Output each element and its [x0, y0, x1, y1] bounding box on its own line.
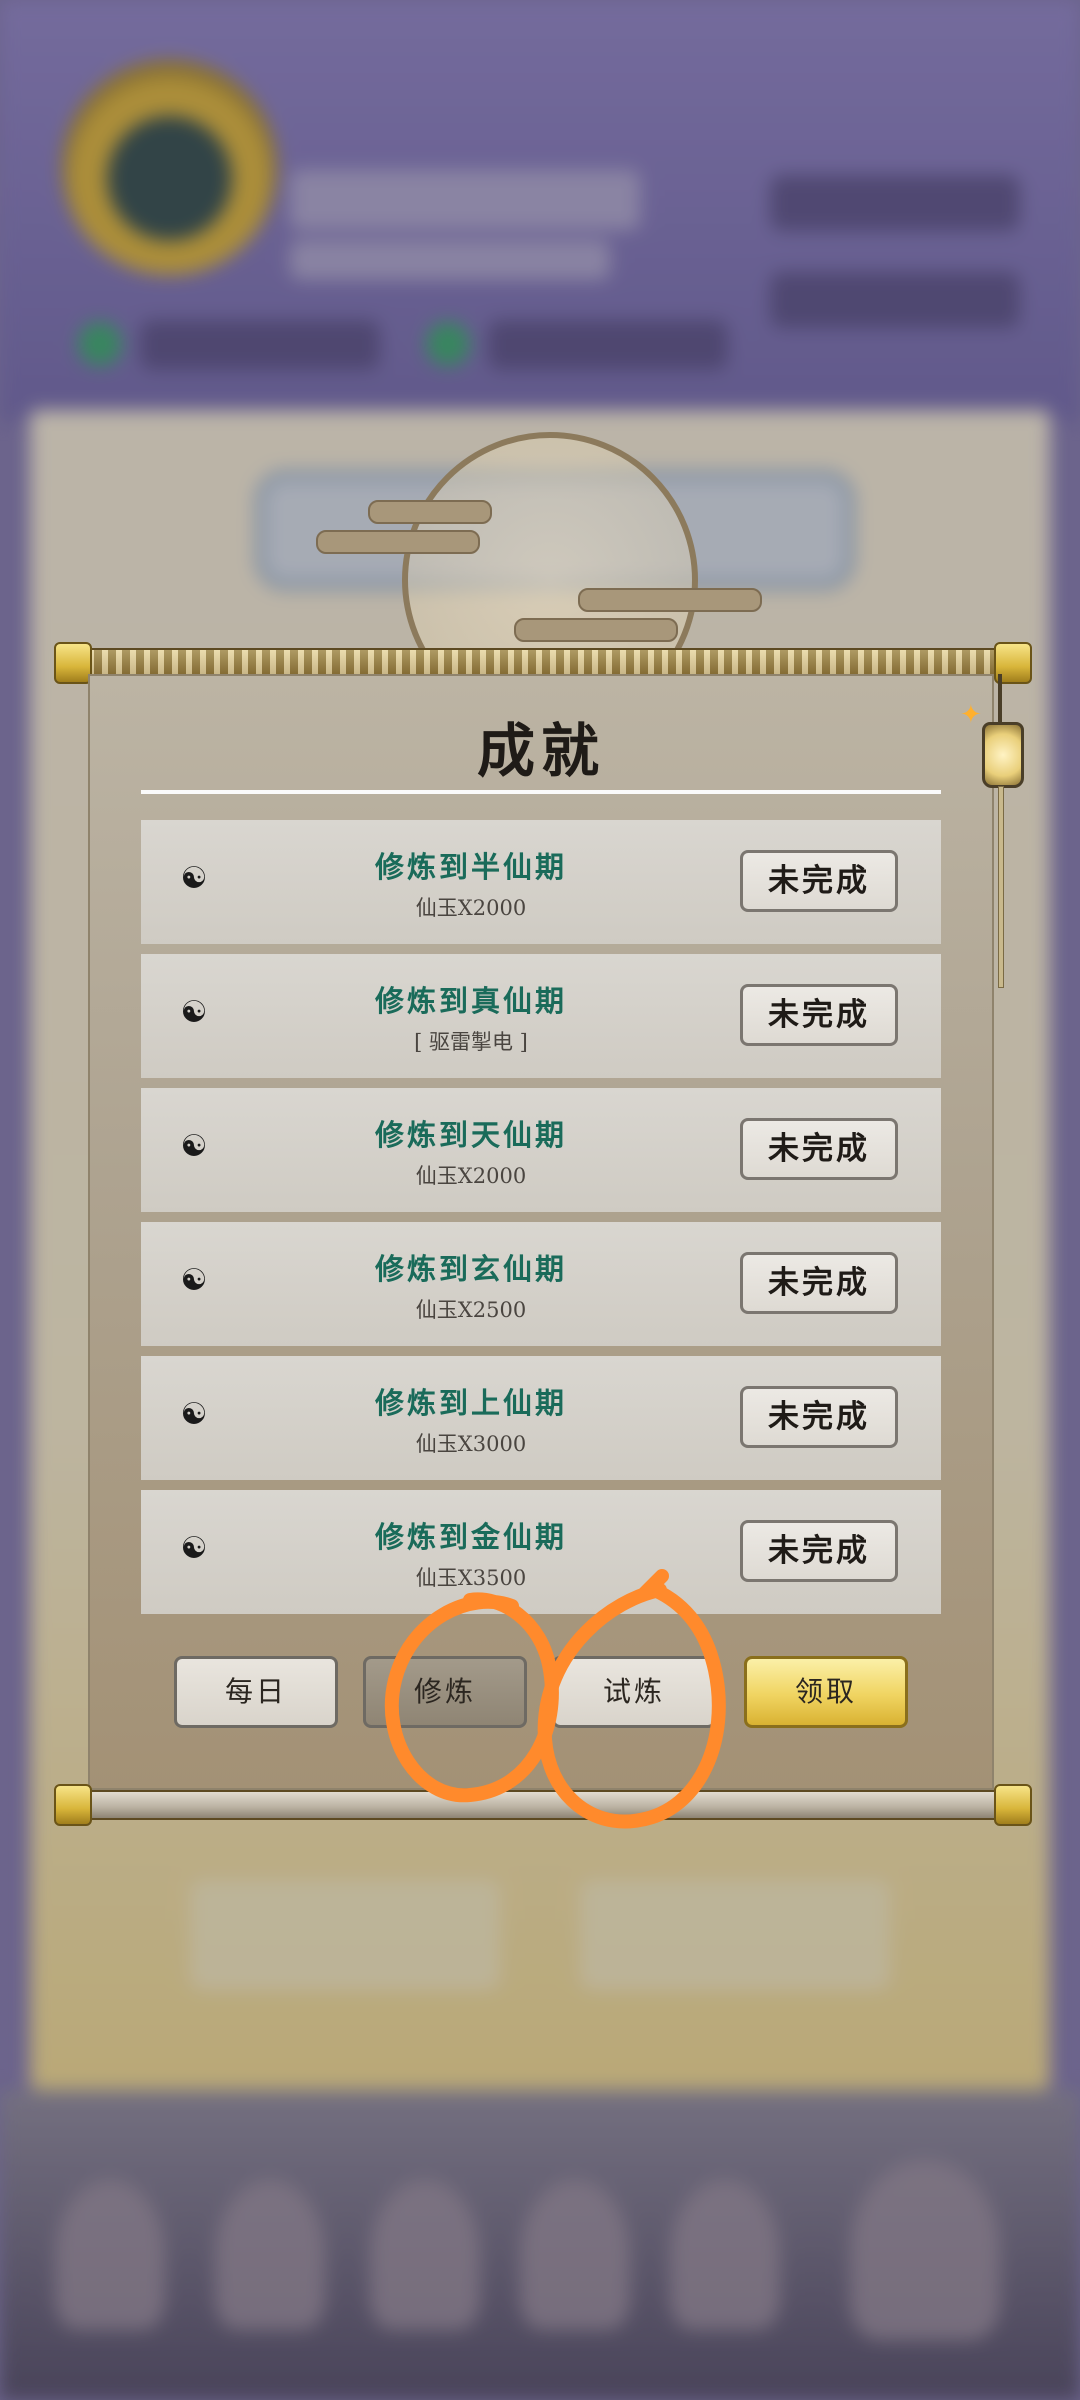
lantern-chain — [998, 674, 1002, 724]
achievement-reward: 仙玉X2000 — [415, 1164, 527, 1188]
cloud-decoration — [316, 530, 480, 554]
achievement-row: ☯ 修炼到半仙期 仙玉X2000 未完成 — [141, 820, 941, 944]
yin-yang-icon: ☯ — [180, 1397, 208, 1432]
achievement-name: 修炼到半仙期 — [374, 850, 567, 884]
achievement-name: 修炼到玄仙期 — [374, 1252, 567, 1286]
yin-yang-icon: ☯ — [180, 995, 208, 1030]
cloud-decoration — [578, 588, 762, 612]
achievement-row: ☯ 修炼到真仙期 [ 驱雷掣电 ] 未完成 — [141, 954, 941, 1078]
yin-yang-icon: ☯ — [180, 1129, 208, 1164]
tab-trial[interactable]: 试炼 — [552, 1656, 716, 1728]
achievement-status-button[interactable]: 未完成 — [740, 984, 898, 1046]
achievement-row: ☯ 修炼到上仙期 仙玉X3000 未完成 — [141, 1356, 941, 1480]
achievement-name: 修炼到上仙期 — [374, 1386, 567, 1420]
scroll-rod-cap — [994, 1784, 1032, 1826]
achievement-row: ☯ 修炼到玄仙期 仙玉X2500 未完成 — [141, 1222, 941, 1346]
yin-yang-icon: ☯ — [180, 1531, 208, 1566]
achievement-status-button[interactable]: 未完成 — [740, 1252, 898, 1314]
claim-button[interactable]: 领取 — [744, 1656, 908, 1728]
achievement-list[interactable]: ☯ 修炼到半仙期 仙玉X2000 未完成 ☯ 修炼到真仙期 [ 驱雷掣电 ] 未… — [141, 820, 941, 1620]
achievement-reward: 仙玉X3500 — [415, 1566, 527, 1590]
title-divider — [141, 790, 941, 794]
lantern-icon — [982, 722, 1024, 788]
achievement-row: ☯ 修炼到金仙期 仙玉X3500 未完成 — [141, 1490, 941, 1614]
achievement-panel: 成就 ☯ 修炼到半仙期 仙玉X2000 未完成 ☯ 修炼到真仙期 [ 驱雷掣电 … — [88, 674, 994, 1790]
achievement-reward: 仙玉X3000 — [415, 1432, 527, 1456]
achievement-status-button[interactable]: 未完成 — [740, 1520, 898, 1582]
scroll-bottom-rod — [60, 1790, 1015, 1820]
achievement-reward: 仙玉X2500 — [415, 1298, 527, 1322]
achievement-status-button[interactable]: 未完成 — [740, 1118, 898, 1180]
achievement-status-button[interactable]: 未完成 — [740, 850, 898, 912]
achievement-status-button[interactable]: 未完成 — [740, 1386, 898, 1448]
panel-title: 成就 — [476, 717, 605, 785]
lantern-cord — [998, 786, 1004, 988]
achievement-reward: 仙玉X2000 — [415, 896, 527, 920]
cloud-decoration — [514, 618, 678, 642]
cloud-decoration — [368, 500, 492, 524]
lantern-decoration — [976, 674, 1026, 1004]
tab-cultivate[interactable]: 修炼 — [363, 1656, 527, 1728]
scroll-rod-cap — [54, 642, 92, 684]
achievement-name: 修炼到天仙期 — [374, 1118, 567, 1152]
achievement-row: ☯ 修炼到天仙期 仙玉X2000 未完成 — [141, 1088, 941, 1212]
scroll-rod-cap — [54, 1784, 92, 1826]
spark-icon: ✦ — [960, 700, 982, 730]
yin-yang-icon: ☯ — [180, 861, 208, 896]
achievement-reward: [ 驱雷掣电 ] — [414, 1030, 528, 1054]
yin-yang-icon: ☯ — [180, 1263, 208, 1298]
tab-daily[interactable]: 每日 — [174, 1656, 338, 1728]
achievement-name: 修炼到金仙期 — [374, 1520, 567, 1554]
achievement-name: 修炼到真仙期 — [374, 984, 567, 1018]
